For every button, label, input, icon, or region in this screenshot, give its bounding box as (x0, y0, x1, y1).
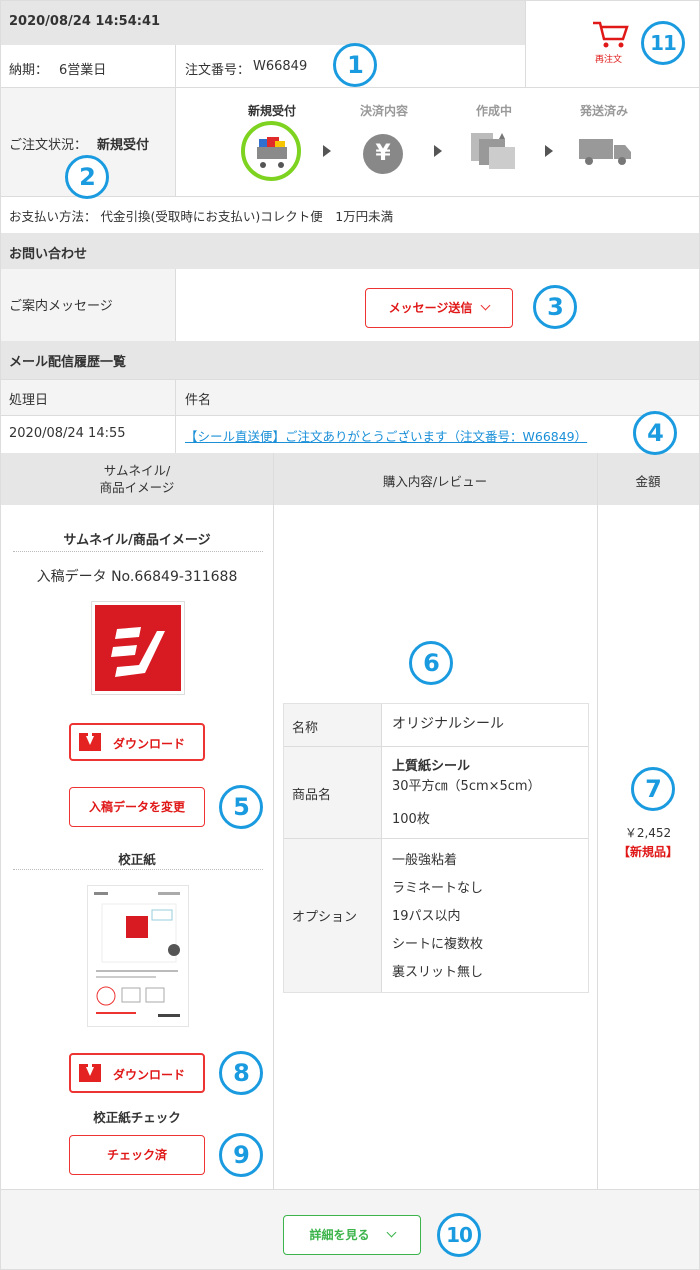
details-option-3: 19パス以内 (392, 909, 461, 924)
step-label-1: 新規受付 (247, 104, 296, 118)
details-option-2: ラミネートなし (392, 881, 484, 896)
proof-title: 校正紙 (118, 852, 156, 867)
order-number-label: 注文番号： (185, 63, 251, 78)
delivery-label: 納期： (9, 63, 49, 78)
delivery-value: 6営業日 (59, 63, 107, 78)
mail-col-date: 処理日 (9, 393, 49, 408)
mail-row-subject-link[interactable]: 【シール直送便】ご注文ありがとうございます（注文番号：W66849） (185, 426, 587, 445)
step-arrow-2 (434, 145, 442, 157)
header-vline (175, 45, 176, 87)
change-data-button[interactable]: 入稿データを変更 (69, 787, 205, 827)
order-datetime: 2020/08/24 14:54:41 (9, 14, 161, 29)
marker-9: 9 (219, 1133, 263, 1177)
details-button[interactable]: 詳細を見る (283, 1215, 421, 1255)
step-arrow-3 (545, 145, 553, 157)
marker-1: 1 (333, 43, 377, 87)
marker-4: 4 (633, 411, 677, 455)
thumb-title: サムネイル/商品イメージ (63, 533, 211, 548)
items-vline-2 (597, 453, 598, 1189)
details-option-4: シートに複数枚 (392, 937, 484, 952)
chevron-down-icon (480, 300, 491, 311)
marker-5: 5 (219, 785, 263, 829)
items-col-price: 金額 (635, 474, 661, 489)
send-message-button[interactable]: メッセージ送信 (365, 288, 513, 328)
checked-button[interactable]: チェック済 (69, 1135, 205, 1175)
change-data-label: 入稿データを変更 (88, 800, 185, 814)
checked-label: チェック済 (106, 1148, 167, 1162)
mail-history-title: メール配信履歴一覧 (9, 355, 127, 370)
details-label-col (284, 704, 381, 992)
reorder-button[interactable]: 再注文 (587, 15, 635, 71)
details-name-value: オリジナルシール (392, 716, 504, 732)
proof-download-button[interactable]: ダウンロード (69, 1053, 205, 1093)
inquiry-header (1, 233, 699, 269)
cart-icon (593, 21, 629, 48)
payment-method: お支払い方法： 代金引換(受取時にお支払い)コレクト便 1万円未満 (9, 209, 394, 224)
marker-8: 8 (219, 1051, 263, 1095)
marker-2: 2 (65, 155, 109, 199)
step-label-2: 決済内容 (359, 104, 408, 118)
marker-7: 7 (631, 767, 675, 811)
marker-3: 3 (533, 285, 577, 329)
details-product-bold: 上質紙シール (392, 759, 471, 774)
details-option-5: 裏スリット無し (392, 965, 484, 980)
status-bottom-line (1, 196, 699, 197)
message-vline (175, 269, 176, 341)
order-number-value: W66849 (253, 59, 308, 74)
data-number: 入稿データ No.66849-311688 (36, 569, 238, 585)
items-col-thumb: サムネイル/ 商品イメージ (99, 463, 175, 495)
details-row-line-2 (284, 838, 588, 839)
yen-icon: ¥ (363, 134, 403, 174)
marker-11: 11 (641, 21, 685, 65)
details-vline (381, 704, 382, 992)
items-vline-1 (273, 453, 274, 1189)
details-button-label: 詳細を見る (309, 1228, 370, 1242)
status-value: 新規受付 (97, 138, 150, 153)
proof-check-title: 校正紙チェック (93, 1110, 181, 1125)
proof-divider (13, 869, 263, 870)
production-icon (467, 129, 519, 173)
mail-col-header-row (1, 379, 699, 415)
items-col-content: 購入内容/レビュー (382, 474, 488, 489)
step-arrow-1 (323, 145, 331, 157)
download-icon (79, 1064, 101, 1082)
mail-col-subject: 件名 (185, 393, 212, 408)
truck-icon (577, 135, 633, 167)
mail-row-date: 2020/08/24 14:55 (9, 426, 126, 441)
proof-download-label: ダウンロード (113, 1068, 186, 1082)
thumb-divider (13, 551, 263, 552)
mail-row-line (1, 415, 699, 416)
price-value: ￥2,452 (624, 826, 672, 840)
step-label-4: 発送済み (579, 104, 628, 118)
details-row-line-1 (284, 746, 588, 747)
step-label-3: 作成中 (475, 104, 512, 118)
details-product-qty: 100枚 (392, 812, 430, 827)
product-thumbnail (91, 601, 185, 695)
download-icon (79, 733, 101, 751)
message-label: ご案内メッセージ (9, 299, 113, 314)
details-product-label: 商品名 (292, 788, 332, 803)
marker-6: 6 (409, 641, 453, 685)
price-badge: 【新規品】 (617, 845, 678, 859)
details-option-1: 一般強粘着 (392, 853, 458, 868)
reorder-label: 再注文 (595, 55, 623, 65)
mail-vline (175, 379, 176, 453)
proof-thumbnail (87, 885, 189, 1027)
order-detail-page: 2020/08/24 14:54:41 納期： 6営業日 注文番号： W6684… (0, 0, 700, 1270)
marker-10: 10 (437, 1213, 481, 1257)
send-message-label: メッセージ送信 (388, 301, 473, 315)
inquiry-title: お問い合わせ (9, 247, 88, 262)
chevron-down-icon (386, 1227, 396, 1238)
status-label: ご注文状況： (9, 138, 88, 153)
details-table: 名称 オリジナルシール 商品名 上質紙シール 30平方㎝（5cm×5cm） 10… (283, 703, 589, 993)
status-vline (175, 88, 176, 196)
details-option-label: オプション (292, 910, 358, 925)
data-download-button[interactable]: ダウンロード (69, 723, 205, 761)
details-product-size: 30平方㎝（5cm×5cm） (392, 779, 541, 794)
new-order-icon (241, 121, 301, 181)
header-vline-right (525, 1, 526, 87)
details-name-label: 名称 (292, 721, 319, 736)
data-download-label: ダウンロード (113, 737, 186, 751)
